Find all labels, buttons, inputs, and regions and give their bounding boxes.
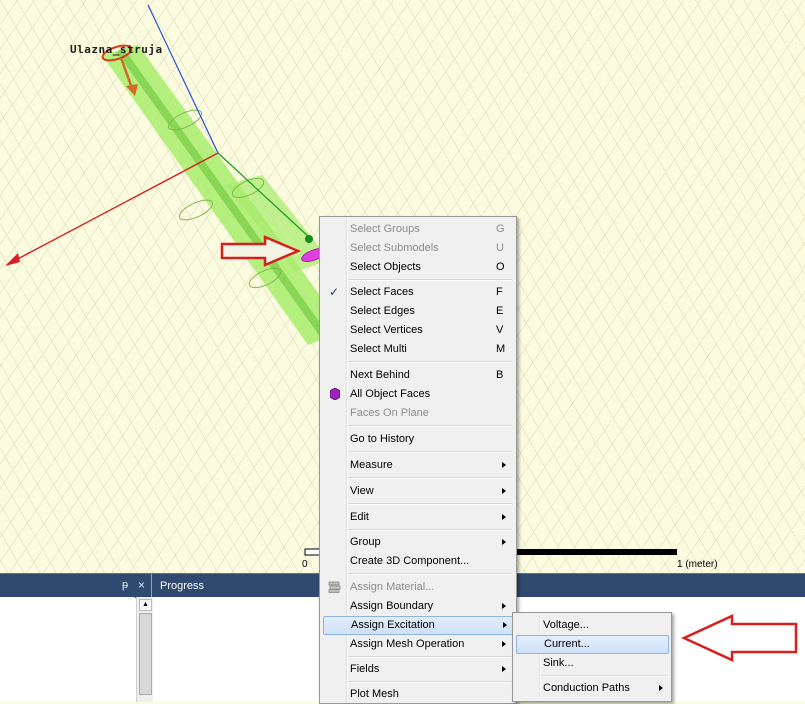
menu-item-select-faces[interactable]: ✓ Select Faces F bbox=[322, 283, 514, 302]
menu-item-fields[interactable]: Fields bbox=[322, 660, 514, 679]
menu-separator bbox=[348, 656, 512, 658]
menu-item-label: Select Edges bbox=[350, 305, 415, 317]
menu-item-label: All Object Faces bbox=[350, 388, 431, 400]
menu-item-edit[interactable]: Edit bbox=[322, 508, 514, 527]
submenu-item-conduction-paths[interactable]: Conduction Paths bbox=[515, 679, 669, 698]
vertical-scrollbar[interactable]: ▲ bbox=[136, 597, 154, 702]
menu-item-shortcut: E bbox=[496, 305, 504, 317]
menu-item-faces-on-plane[interactable]: Faces On Plane bbox=[322, 404, 514, 423]
menu-item-label: Select Groups bbox=[350, 223, 420, 235]
menu-item-label: Sink... bbox=[543, 657, 574, 669]
scale-bar-black bbox=[495, 549, 677, 555]
scroll-up-button[interactable]: ▲ bbox=[139, 599, 152, 611]
menu-item-shortcut: U bbox=[496, 242, 504, 254]
menu-item-measure[interactable]: Measure bbox=[322, 456, 514, 475]
menu-item-group[interactable]: Group bbox=[322, 533, 514, 552]
progress-title: Progress bbox=[160, 580, 205, 592]
menu-item-plot-mesh[interactable]: Plot Mesh bbox=[322, 685, 514, 704]
context-menu: Select Groups G Select Submodels U Selec… bbox=[319, 216, 517, 704]
menu-item-all-object-faces[interactable]: All Object Faces bbox=[322, 385, 514, 404]
menu-separator bbox=[348, 361, 512, 363]
menu-item-assign-excitation[interactable]: Assign Excitation bbox=[323, 616, 514, 635]
submenu-arrow-icon bbox=[502, 488, 506, 494]
origin-point bbox=[305, 235, 313, 243]
menu-item-label: Assign Mesh Operation bbox=[350, 638, 465, 650]
menu-item-label: Current... bbox=[544, 638, 590, 650]
menu-item-label: View bbox=[350, 485, 374, 497]
menu-item-label: Conduction Paths bbox=[543, 682, 630, 694]
menu-separator bbox=[348, 503, 512, 505]
menu-item-create-3d-component[interactable]: Create 3D Component... bbox=[322, 552, 514, 571]
submenu-arrow-icon bbox=[503, 622, 507, 628]
scale-zero-label: 0 bbox=[302, 559, 308, 570]
menu-separator bbox=[348, 573, 512, 575]
submenu-item-voltage[interactable]: Voltage... bbox=[515, 616, 669, 635]
menu-item-label: Faces On Plane bbox=[350, 407, 429, 419]
menu-item-label: Voltage... bbox=[543, 619, 589, 631]
menu-separator bbox=[348, 425, 512, 427]
menu-item-label: Create 3D Component... bbox=[350, 555, 470, 567]
menu-separator bbox=[541, 675, 667, 677]
menu-item-label: Select Faces bbox=[350, 286, 414, 298]
menu-item-label: Edit bbox=[350, 511, 369, 523]
excitation-submenu: Voltage... Current... Sink... Conduction… bbox=[512, 612, 672, 702]
menu-item-select-edges[interactable]: Select Edges E bbox=[322, 302, 514, 321]
menu-separator bbox=[348, 477, 512, 479]
close-icon[interactable]: × bbox=[138, 578, 145, 592]
menu-item-label: Go to History bbox=[350, 433, 415, 445]
menu-item-label: Group bbox=[350, 536, 381, 548]
menu-separator bbox=[348, 681, 512, 683]
material-icon bbox=[328, 581, 341, 593]
submenu-arrow-icon bbox=[502, 514, 506, 520]
scroll-thumb[interactable] bbox=[139, 613, 152, 695]
checkmark-icon: ✓ bbox=[329, 285, 340, 299]
menu-separator bbox=[348, 529, 512, 531]
scale-unit-label: 1 (meter) bbox=[677, 559, 718, 570]
menu-item-assign-mesh-operation[interactable]: Assign Mesh Operation bbox=[322, 635, 514, 654]
submenu-arrow-icon bbox=[502, 462, 506, 468]
menu-separator bbox=[348, 279, 512, 281]
menu-item-label: Select Submodels bbox=[350, 242, 439, 254]
menu-item-label: Assign Excitation bbox=[351, 619, 435, 631]
submenu-item-sink[interactable]: Sink... bbox=[515, 654, 669, 673]
menu-item-label: Select Vertices bbox=[350, 324, 423, 336]
menu-item-label: Select Objects bbox=[350, 261, 421, 273]
pin-icon[interactable]: ᵽ bbox=[122, 579, 128, 591]
submenu-arrow-icon bbox=[502, 539, 506, 545]
menu-item-view[interactable]: View bbox=[322, 482, 514, 501]
submenu-item-current[interactable]: Current... bbox=[516, 635, 669, 654]
submenu-arrow-icon bbox=[502, 603, 506, 609]
menu-item-label: Assign Boundary bbox=[350, 600, 434, 612]
submenu-arrow-icon bbox=[502, 666, 506, 672]
menu-item-assign-boundary[interactable]: Assign Boundary bbox=[322, 597, 514, 616]
menu-item-assign-material[interactable]: Assign Material... bbox=[322, 578, 514, 597]
menu-item-shortcut: V bbox=[496, 324, 504, 336]
menu-item-go-to-history[interactable]: Go to History bbox=[322, 430, 514, 449]
menu-item-shortcut: M bbox=[496, 343, 506, 355]
menu-item-label: Assign Material... bbox=[350, 581, 435, 593]
submenu-arrow-icon bbox=[659, 685, 663, 691]
menu-separator bbox=[348, 451, 512, 453]
menu-item-shortcut: F bbox=[496, 286, 503, 298]
menu-item-select-multi[interactable]: Select Multi M bbox=[322, 340, 514, 359]
menu-item-shortcut: B bbox=[496, 369, 504, 381]
menu-item-select-submodels[interactable]: Select Submodels U bbox=[322, 239, 514, 258]
menu-item-shortcut: G bbox=[496, 223, 505, 235]
menu-item-label: Plot Mesh bbox=[350, 688, 399, 700]
header-divider bbox=[151, 574, 152, 598]
menu-item-select-objects[interactable]: Select Objects O bbox=[322, 258, 514, 277]
messages-pane bbox=[0, 597, 135, 702]
menu-item-label: Select Multi bbox=[350, 343, 407, 355]
excitation-label: Ulazna_struja bbox=[70, 43, 163, 56]
menu-item-label: Fields bbox=[350, 663, 380, 675]
menu-item-select-groups[interactable]: Select Groups G bbox=[322, 220, 514, 239]
menu-item-label: Measure bbox=[350, 459, 393, 471]
menu-item-label: Next Behind bbox=[350, 369, 410, 381]
menu-item-select-vertices[interactable]: Select Vertices V bbox=[322, 321, 514, 340]
menu-item-next-behind[interactable]: Next Behind B bbox=[322, 366, 514, 385]
annotation-arrow-left bbox=[680, 614, 798, 662]
hexagon-face-icon bbox=[330, 388, 340, 400]
menu-item-shortcut: O bbox=[496, 261, 505, 273]
submenu-arrow-icon bbox=[502, 641, 506, 647]
